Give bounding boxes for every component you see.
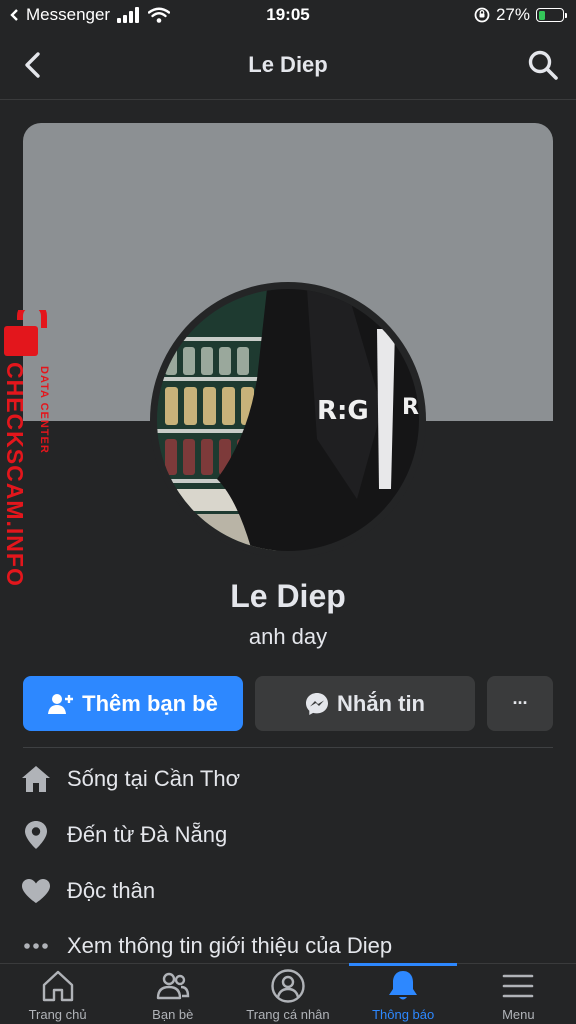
tab-label: Trang cá nhân <box>246 1007 330 1022</box>
home-icon <box>42 970 73 1002</box>
header-title: Le Diep <box>248 51 328 77</box>
profile-icon <box>271 969 305 1003</box>
messenger-icon <box>306 692 328 715</box>
search-button[interactable] <box>526 48 560 82</box>
orientation-lock-icon <box>474 7 490 23</box>
back-button[interactable] <box>18 48 48 82</box>
signal-icon <box>117 7 140 23</box>
profile-bio: anh day <box>248 624 328 649</box>
bottom-tab-bar: Trang chủ Bạn bè Trang cá nhân Thông báo… <box>0 963 576 1024</box>
heart-icon <box>20 875 52 907</box>
svg-text:R:G: R:G <box>317 396 369 426</box>
info-from: Đến từ Đà Nẵng <box>20 815 560 855</box>
avatar-photo: R:G R <box>157 289 419 551</box>
message-label: Nhắn tin <box>337 690 425 716</box>
bell-icon <box>389 971 418 1000</box>
tab-home[interactable]: Trang chủ <box>0 964 115 1024</box>
tab-profile[interactable]: Trang cá nhân <box>230 964 345 1024</box>
status-time: 19:05 <box>266 5 310 24</box>
tab-notifications[interactable]: Thông báo <box>346 964 461 1024</box>
more-options-button[interactable]: ··· <box>487 676 553 731</box>
home-icon <box>20 763 52 795</box>
tab-label: Menu <box>502 1007 535 1022</box>
divider <box>23 747 553 748</box>
tab-menu[interactable]: Menu <box>461 964 576 1024</box>
info-lives-in: Sống tại Cần Thơ <box>20 759 560 799</box>
message-button[interactable]: Nhắn tin <box>255 676 475 731</box>
friends-icon <box>156 972 189 1000</box>
search-icon <box>528 50 558 80</box>
info-text: Độc thân <box>67 878 156 903</box>
location-pin-icon <box>20 819 52 851</box>
tab-friends[interactable]: Bạn bè <box>115 964 230 1024</box>
info-text: Đến từ Đà Nẵng <box>67 822 228 847</box>
active-tab-indicator <box>349 963 457 966</box>
status-left[interactable]: Messenger <box>10 5 171 25</box>
menu-icon <box>503 974 534 998</box>
more-dots-icon <box>20 930 52 962</box>
add-friend-label: Thêm bạn bè <box>82 690 218 716</box>
info-text: Sống tại Cần Thơ <box>67 766 241 791</box>
add-friend-button[interactable]: Thêm bạn bè <box>23 676 243 731</box>
battery-icon <box>536 8 567 22</box>
wifi-icon <box>148 7 171 23</box>
back-app-label: Messenger <box>26 5 111 24</box>
tab-label: Bạn bè <box>152 1007 194 1022</box>
watermark-text: CHECKSCAM.INFO <box>2 362 28 587</box>
lock-icon <box>4 310 47 356</box>
back-to-app-icon <box>10 9 18 21</box>
see-about-info-link[interactable]: Xem thông tin giới thiệu của Diep <box>20 926 560 966</box>
profile-name: Le Diep <box>230 578 346 614</box>
chevron-left-icon <box>25 52 40 78</box>
battery-level <box>538 10 545 20</box>
battery-percent: 27% <box>495 5 530 24</box>
status-bar: Messenger 19:05 27% <box>0 0 576 30</box>
more-dots-icon: ··· <box>512 693 529 713</box>
add-friend-icon <box>48 693 74 714</box>
info-text: Xem thông tin giới thiệu của Diep <box>67 933 393 958</box>
svg-text:R: R <box>402 395 419 420</box>
header: Le Diep <box>0 30 576 100</box>
profile-avatar[interactable]: R:G R <box>150 282 426 558</box>
tab-label: Trang chủ <box>28 1007 87 1022</box>
tab-label: Thông báo <box>372 1007 435 1022</box>
info-relationship: Độc thân <box>20 871 560 911</box>
watermark-subtext: DATA CENTER <box>38 366 50 454</box>
